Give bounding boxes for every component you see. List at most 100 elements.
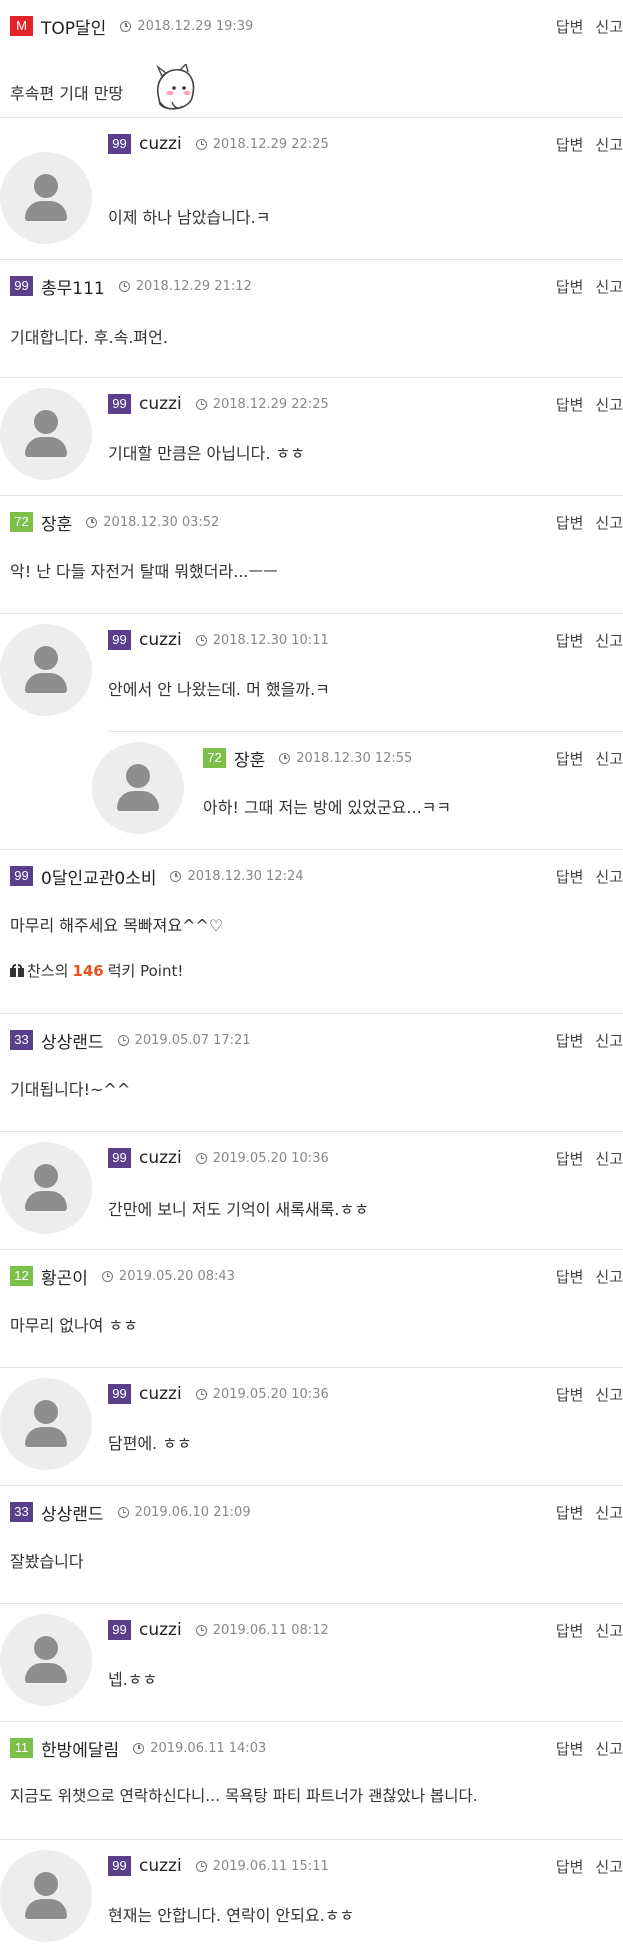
report-button[interactable]: 신고 bbox=[595, 632, 623, 650]
comment-actions: 답변 신고 bbox=[556, 1738, 623, 1759]
report-button[interactable]: 신고 bbox=[595, 1268, 623, 1286]
report-button[interactable]: 신고 bbox=[595, 136, 623, 154]
reply-button[interactable]: 답변 bbox=[556, 868, 584, 886]
report-button[interactable]: 신고 bbox=[595, 278, 623, 296]
comment-date: 2019.05.07 17:21 bbox=[117, 1033, 251, 1048]
author-name[interactable]: 상상랜드 bbox=[41, 1028, 104, 1053]
comment-actions: 답변 신고 bbox=[556, 1030, 623, 1051]
author-name[interactable]: cuzzi bbox=[139, 1620, 182, 1640]
reply-button[interactable]: 답변 bbox=[556, 396, 584, 414]
comment: 11 한방에달림 2019.06.11 14:03 답변 신고 지금도 위챗으로 … bbox=[0, 1722, 623, 1840]
comment-text: 잘봤습니다 bbox=[10, 1552, 84, 1571]
comment-date: 2019.05.20 08:43 bbox=[101, 1269, 235, 1284]
comment-text: 안에서 안 나왔는데. 머 했을까.ㅋ bbox=[108, 680, 330, 699]
point-prefix: 찬스의 bbox=[27, 962, 69, 980]
comment: 12 황곤이 2019.05.20 08:43 답변 신고 마무리 없나여 ㅎㅎ bbox=[0, 1250, 623, 1368]
reply-button[interactable]: 답변 bbox=[556, 632, 584, 650]
comment: M TOP달인 2018.12.29 19:39 답변 신고 후속편 기대 만땅 bbox=[0, 0, 623, 118]
author-name[interactable]: 한방에달림 bbox=[41, 1736, 119, 1761]
comment: 33 상상랜드 2019.05.07 17:21 답변 신고 기대됩니다!~^^ bbox=[0, 1014, 623, 1132]
avatar bbox=[0, 1614, 92, 1706]
level-badge: 72 bbox=[10, 512, 33, 532]
comment-text: 담편에. ㅎㅎ bbox=[108, 1434, 192, 1453]
date-text: 2019.06.11 15:11 bbox=[212, 1858, 329, 1874]
reply-button[interactable]: 답변 bbox=[556, 1386, 584, 1404]
author-name[interactable]: cuzzi bbox=[139, 394, 182, 414]
date-text: 2018.12.29 22:25 bbox=[212, 136, 329, 152]
date-text: 2019.06.11 14:03 bbox=[150, 1740, 267, 1756]
report-button[interactable]: 신고 bbox=[595, 1504, 623, 1522]
reply-button[interactable]: 답변 bbox=[556, 1150, 584, 1168]
level-badge: 33 bbox=[10, 1502, 33, 1522]
author-name[interactable]: cuzzi bbox=[139, 1148, 182, 1168]
clock-icon bbox=[101, 1270, 113, 1282]
date-text: 2019.05.20 10:36 bbox=[212, 1386, 329, 1402]
date-text: 2018.12.29 19:39 bbox=[137, 18, 254, 34]
report-button[interactable]: 신고 bbox=[595, 1032, 623, 1050]
comment-actions: 답변 신고 bbox=[556, 512, 623, 533]
date-text: 2019.05.20 10:36 bbox=[212, 1150, 329, 1166]
author-name[interactable]: cuzzi bbox=[139, 630, 182, 650]
author-name[interactable]: cuzzi bbox=[139, 1856, 182, 1876]
comment-actions: 답변 신고 bbox=[556, 16, 623, 37]
report-button[interactable]: 신고 bbox=[595, 396, 623, 414]
comment-actions: 답변 신고 bbox=[556, 1856, 623, 1877]
report-button[interactable]: 신고 bbox=[595, 18, 623, 36]
reply-button[interactable]: 답변 bbox=[556, 278, 584, 296]
author-name[interactable]: 총무111 bbox=[41, 274, 105, 299]
comment-text: 간만에 보니 저도 기억이 새록새록.ㅎㅎ bbox=[108, 1200, 369, 1219]
date-text: 2018.12.30 12:55 bbox=[296, 750, 413, 766]
level-badge: 99 bbox=[108, 1856, 131, 1876]
report-button[interactable]: 신고 bbox=[595, 1386, 623, 1404]
level-badge: 11 bbox=[10, 1738, 33, 1758]
comment-actions: 답변 신고 bbox=[556, 394, 623, 415]
reply-button[interactable]: 답변 bbox=[556, 136, 584, 154]
comment-date: 2019.05.20 10:36 bbox=[195, 1386, 329, 1402]
clock-icon bbox=[195, 1388, 207, 1400]
level-badge: 99 bbox=[10, 276, 33, 296]
report-button[interactable]: 신고 bbox=[595, 868, 623, 886]
report-button[interactable]: 신고 bbox=[595, 1622, 623, 1640]
author-name[interactable]: cuzzi bbox=[139, 1384, 182, 1404]
comment-actions: 답변 신고 bbox=[556, 1148, 623, 1169]
report-button[interactable]: 신고 bbox=[595, 1150, 623, 1168]
report-button[interactable]: 신고 bbox=[595, 1858, 623, 1876]
author-name[interactable]: 장훈 bbox=[234, 746, 265, 771]
reply-button[interactable]: 답변 bbox=[556, 1504, 584, 1522]
comment-text: 마무리 해주세요 목빠져요^^♡ bbox=[10, 916, 224, 935]
author-name[interactable]: 0달인교관0소비 bbox=[41, 864, 156, 889]
author-name[interactable]: cuzzi bbox=[139, 134, 182, 154]
avatar bbox=[0, 152, 92, 244]
clock-icon bbox=[133, 1742, 145, 1754]
clock-icon bbox=[117, 1506, 129, 1518]
author-name[interactable]: TOP달인 bbox=[41, 14, 106, 39]
reply-button[interactable]: 답변 bbox=[556, 1740, 584, 1758]
comment-text: 지금도 위챗으로 연락하신다니... 목욕탕 파티 파트너가 괜찮았나 봅니다. bbox=[10, 1787, 478, 1805]
level-badge: M bbox=[10, 16, 33, 36]
gift-icon bbox=[10, 964, 24, 977]
level-badge: 99 bbox=[108, 1620, 131, 1640]
author-name[interactable]: 황곤이 bbox=[41, 1264, 88, 1289]
author-name[interactable]: 상상랜드 bbox=[41, 1500, 104, 1525]
level-badge: 12 bbox=[10, 1266, 33, 1286]
report-button[interactable]: 신고 bbox=[595, 1740, 623, 1758]
comment-date: 2018.12.30 12:24 bbox=[170, 869, 304, 884]
reply-button[interactable]: 답변 bbox=[556, 514, 584, 532]
reply-button[interactable]: 답변 bbox=[556, 1268, 584, 1286]
lucky-point-notice: 찬스의 146 럭키 Point! bbox=[10, 960, 183, 981]
reply-button[interactable]: 답변 bbox=[556, 750, 584, 768]
clock-icon bbox=[195, 138, 207, 150]
comment-reply: 99 cuzzi 2018.12.30 10:11 답변 신고 안에서 안 나왔는… bbox=[0, 614, 623, 732]
level-badge: 99 bbox=[108, 630, 131, 650]
author-name[interactable]: 장훈 bbox=[41, 510, 72, 535]
reply-button[interactable]: 답변 bbox=[556, 18, 584, 36]
report-button[interactable]: 신고 bbox=[595, 750, 623, 768]
clock-icon bbox=[195, 1152, 207, 1164]
reply-button[interactable]: 답변 bbox=[556, 1622, 584, 1640]
comment-actions: 답변 신고 bbox=[556, 866, 623, 887]
comment-date: 2019.06.11 08:12 bbox=[195, 1623, 329, 1638]
reply-button[interactable]: 답변 bbox=[556, 1032, 584, 1050]
comment-actions: 답변 신고 bbox=[556, 630, 623, 651]
reply-button[interactable]: 답변 bbox=[556, 1858, 584, 1876]
report-button[interactable]: 신고 bbox=[595, 514, 623, 532]
